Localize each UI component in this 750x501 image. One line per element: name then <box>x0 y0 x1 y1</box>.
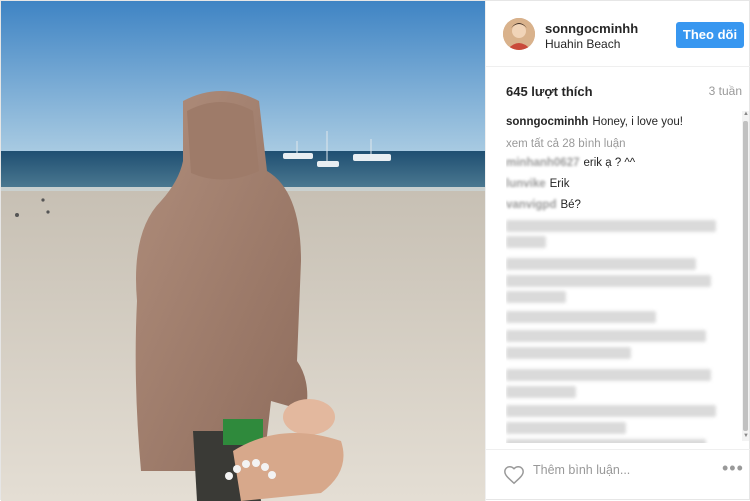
blurred-comment <box>506 439 706 443</box>
blurred-comment <box>506 291 566 303</box>
scroll-up-icon[interactable]: ▲ <box>743 111 749 117</box>
caption: sonngocminhh Honey, i love you! <box>506 113 683 131</box>
blurred-comment <box>506 347 631 359</box>
caption-username[interactable]: sonngocminhh <box>506 116 588 128</box>
comment-text: Erik <box>549 178 570 190</box>
blurred-comment <box>506 330 706 342</box>
avatar[interactable] <box>503 18 535 50</box>
post-modal: sonngocminhh Huahin Beach Theo dõi 645 l… <box>0 0 750 501</box>
location-link[interactable]: Huahin Beach <box>545 37 620 51</box>
scroll-down-icon[interactable]: ▼ <box>743 433 749 439</box>
comment-text: Bé? <box>560 199 581 211</box>
blurred-comment <box>506 275 711 287</box>
heart-outline-icon[interactable] <box>503 464 525 486</box>
add-comment-input[interactable]: Thêm bình luận... <box>533 463 630 477</box>
likes-count[interactable]: 645 lượt thích <box>506 84 593 99</box>
blurred-comment <box>506 422 626 434</box>
comment-footer: Thêm bình luận... ••• <box>486 449 750 501</box>
post-sidebar: sonngocminhh Huahin Beach Theo dõi 645 l… <box>485 1 750 501</box>
comments-scrollbar[interactable]: ▲ ▼ <box>742 111 749 441</box>
list-item: vanvigpd Bé? <box>506 196 581 214</box>
comment-username[interactable]: lunvike <box>506 178 546 190</box>
comment-username[interactable]: minhanh0627 <box>506 157 580 169</box>
blurred-comment <box>506 258 696 270</box>
list-item: minhanh0627 erik ạ ? ^^ <box>506 154 635 172</box>
list-item: lunvike Erik <box>506 175 569 193</box>
post-header: sonngocminhh Huahin Beach Theo dõi <box>486 1 750 67</box>
blurred-comment <box>506 220 716 232</box>
post-time[interactable]: 3 tuần <box>709 84 742 98</box>
blurred-comment <box>506 236 546 248</box>
comments-list: sonngocminhh Honey, i love you! xem tất c… <box>506 113 742 443</box>
scroll-thumb[interactable] <box>743 121 748 431</box>
view-all-comments-link[interactable]: xem tất cả 28 bình luận <box>506 135 626 153</box>
caption-text: Honey, i love you! <box>592 116 683 128</box>
ellipsis-icon[interactable]: ••• <box>722 458 744 479</box>
post-photo[interactable] <box>1 1 485 501</box>
blurred-comment <box>506 386 576 398</box>
blurred-comment <box>506 405 716 417</box>
beach-photo-illustration <box>1 1 485 501</box>
username-link[interactable]: sonngocminhh <box>545 21 638 36</box>
comment-username[interactable]: vanvigpd <box>506 199 556 211</box>
blurred-comment <box>506 369 711 381</box>
follow-button[interactable]: Theo dõi <box>676 22 744 48</box>
avatar-image <box>503 18 535 50</box>
comment-text: erik ạ ? ^^ <box>583 157 636 169</box>
blurred-comment <box>506 311 656 323</box>
